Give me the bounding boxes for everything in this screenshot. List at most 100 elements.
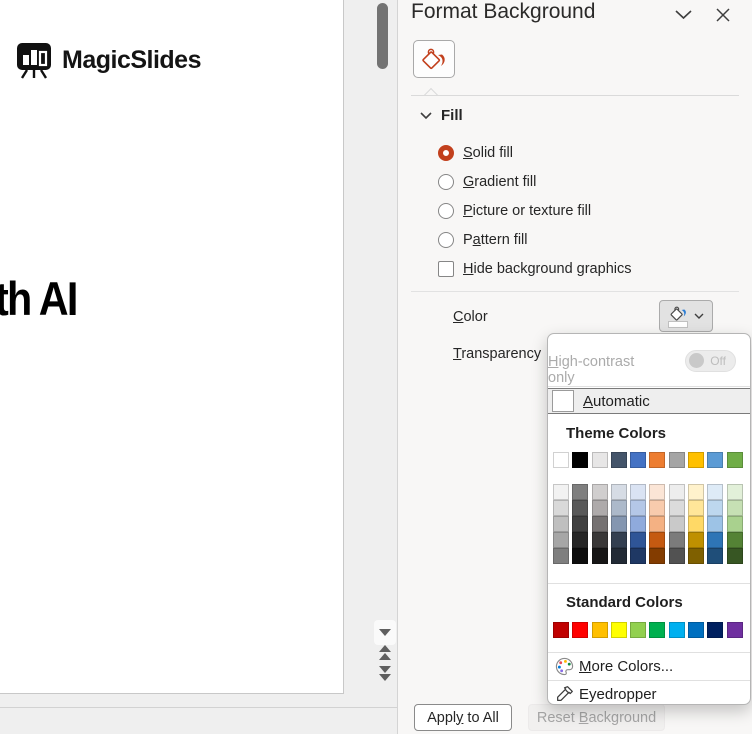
color-swatch[interactable] [610,516,627,532]
scroll-down-arrow-icon[interactable] [379,629,391,636]
fill-tab-button[interactable] [413,40,455,78]
radio-circle[interactable] [438,203,454,219]
color-swatch[interactable] [630,484,647,500]
radio-gradient-fill[interactable]: Gradient fill [438,172,536,192]
color-swatch[interactable] [572,622,589,638]
color-swatch[interactable] [610,484,627,500]
color-swatch[interactable] [668,452,685,468]
color-swatch[interactable] [591,484,608,500]
more-colors-item[interactable]: More Colors... [548,653,750,679]
checkbox-box[interactable] [438,261,454,277]
color-swatch[interactable] [649,532,666,548]
color-swatch[interactable] [630,532,647,548]
color-swatch[interactable] [649,548,666,564]
color-swatch[interactable] [591,452,608,468]
pane-collapse-button[interactable] [671,3,695,27]
fill-section-header[interactable]: Fill [420,107,463,124]
color-swatch[interactable] [553,548,569,564]
color-swatch[interactable] [649,516,666,532]
eyedropper-item[interactable]: Eyedropper [548,681,750,707]
color-swatch[interactable] [726,452,743,468]
pane-close-button[interactable] [711,3,735,27]
color-swatch[interactable] [610,622,627,638]
color-swatch[interactable] [726,622,743,638]
color-swatch[interactable] [707,484,724,500]
color-swatch[interactable] [591,532,608,548]
radio-circle-selected[interactable] [438,145,454,161]
color-swatch[interactable] [688,452,705,468]
color-swatch[interactable] [668,622,685,638]
radio-pattern-fill[interactable]: Pattern fill [438,230,528,250]
radio-circle[interactable] [438,232,454,248]
previous-slide-icon[interactable] [379,645,391,652]
vertical-scrollbar-thumb[interactable] [377,3,388,69]
color-swatch[interactable] [553,532,569,548]
fill-color-dropdown-button[interactable] [659,300,713,332]
color-swatch[interactable] [572,548,589,564]
color-swatch[interactable] [591,622,608,638]
color-swatch[interactable] [649,622,666,638]
color-swatch[interactable] [707,516,724,532]
color-swatch[interactable] [707,500,724,516]
color-swatch[interactable] [572,452,589,468]
color-swatch[interactable] [688,500,705,516]
color-swatch[interactable] [707,452,724,468]
current-color-indicator [669,305,688,327]
color-swatch[interactable] [726,532,743,548]
radio-solid-fill[interactable]: Solid fill [438,143,513,163]
color-swatch[interactable] [688,484,705,500]
color-swatch[interactable] [572,500,589,516]
color-swatch[interactable] [668,484,685,500]
color-swatch[interactable] [668,516,685,532]
color-swatch[interactable] [553,500,569,516]
color-swatch[interactable] [572,532,589,548]
color-swatch[interactable] [649,484,666,500]
next-slide-icon[interactable] [379,666,391,673]
apply-to-all-button[interactable]: Apply to All [414,704,512,731]
color-swatch[interactable] [649,452,666,468]
color-swatch[interactable] [610,532,627,548]
color-swatch[interactable] [668,548,685,564]
color-swatch[interactable] [668,532,685,548]
color-swatch[interactable] [726,500,743,516]
color-swatch[interactable] [610,548,627,564]
more-colors-label: More Colors... [579,657,674,675]
color-swatch[interactable] [707,532,724,548]
color-swatch[interactable] [610,452,627,468]
color-swatch[interactable] [553,622,569,638]
radio-circle[interactable] [438,174,454,190]
color-swatch[interactable] [630,452,647,468]
previous-slide-icon[interactable] [379,653,391,660]
color-swatch[interactable] [726,516,743,532]
color-swatch[interactable] [668,500,685,516]
color-swatch[interactable] [707,548,724,564]
slide-canvas[interactable]: MagicSlides th AI [0,0,344,694]
checkbox-hide-background-graphics[interactable]: Hide background graphics [438,259,631,279]
color-swatch[interactable] [707,622,724,638]
color-swatch[interactable] [630,548,647,564]
radio-picture-or-texture-fill[interactable]: Picture or texture fill [438,201,591,221]
color-swatch[interactable] [630,622,647,638]
color-swatch[interactable] [688,548,705,564]
color-swatch[interactable] [553,516,569,532]
editing-area: MagicSlides th AI [0,0,397,734]
color-swatch[interactable] [591,500,608,516]
color-swatch[interactable] [591,548,608,564]
color-swatch[interactable] [630,500,647,516]
color-swatch[interactable] [553,452,569,468]
color-swatch[interactable] [726,548,743,564]
color-swatch[interactable] [726,484,743,500]
automatic-color-item[interactable]: Automatic [548,388,750,414]
color-swatch[interactable] [688,516,705,532]
dropdown-separator [548,386,750,387]
color-swatch[interactable] [649,500,666,516]
color-swatch[interactable] [553,484,569,500]
color-swatch[interactable] [630,516,647,532]
color-swatch[interactable] [572,484,589,500]
color-swatch[interactable] [688,532,705,548]
color-swatch[interactable] [572,516,589,532]
color-swatch[interactable] [688,622,705,638]
color-swatch[interactable] [610,500,627,516]
color-swatch[interactable] [591,516,608,532]
next-slide-icon[interactable] [379,674,391,681]
